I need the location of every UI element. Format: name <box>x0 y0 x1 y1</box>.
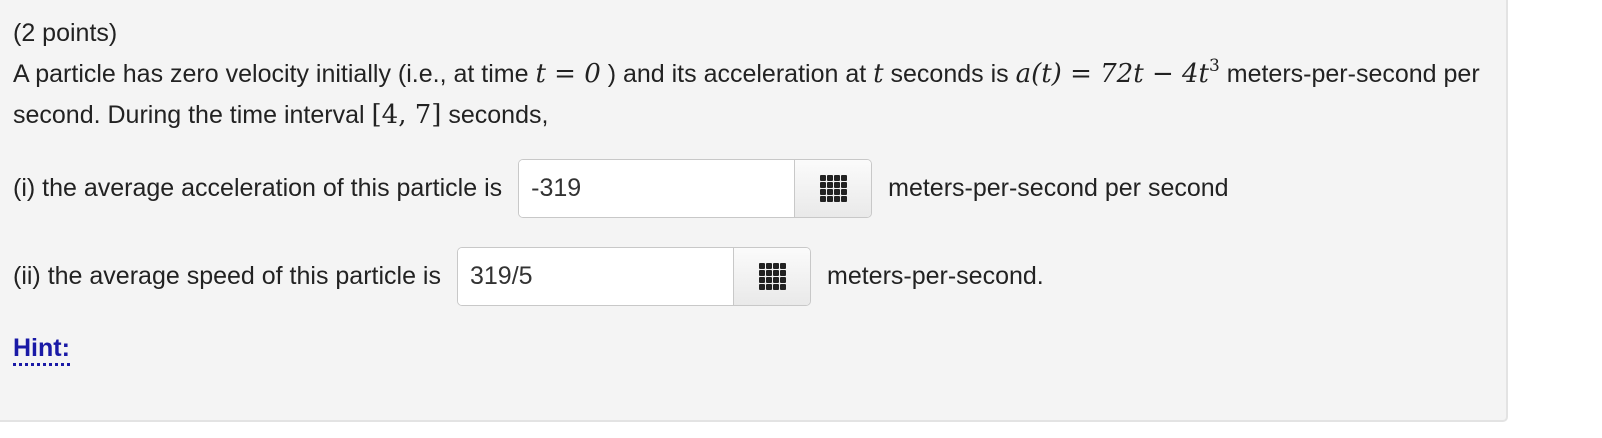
part-ii-unit: meters-per-second. <box>827 262 1044 290</box>
problem-panel: (2 points) A particle has zero velocity … <box>0 0 1508 422</box>
problem-text-2: ) and its acceleration at <box>600 60 874 88</box>
keypad-grid-icon <box>758 263 786 290</box>
part-i-answer-group <box>518 159 873 218</box>
part-ii-label: (ii) the average speed of this particle … <box>13 262 441 290</box>
hint-link[interactable]: Hint: <box>13 333 70 366</box>
problem-text-1: A particle has zero velocity initially (… <box>13 60 536 88</box>
part-ii-answer-input[interactable] <box>458 248 733 305</box>
part-ii-row: (ii) the average speed of this particle … <box>13 247 1044 306</box>
part-i-answer-input[interactable] <box>519 160 795 217</box>
part-i-keypad-button[interactable] <box>794 160 872 217</box>
part-ii-keypad-button[interactable] <box>733 248 810 305</box>
problem-text-5: seconds, <box>441 101 549 129</box>
points-label: (2 points) <box>13 19 118 47</box>
math-time-zero: t = 0 <box>535 59 601 89</box>
problem-text-3: seconds is <box>883 60 1016 88</box>
keypad-grid-icon <box>819 175 847 202</box>
math-t: t <box>873 59 884 89</box>
problem-statement: A particle has zero velocity initially (… <box>13 54 1493 136</box>
math-interval: [4, 7] <box>371 100 442 130</box>
part-i-label: (i) the average acceleration of this par… <box>13 174 503 202</box>
part-ii-answer-group <box>457 247 811 306</box>
part-i-row: (i) the average acceleration of this par… <box>13 159 1229 218</box>
math-acceleration: a(t) = 72t − 4t3 <box>1015 56 1220 90</box>
part-i-unit: meters-per-second per second <box>888 174 1229 202</box>
